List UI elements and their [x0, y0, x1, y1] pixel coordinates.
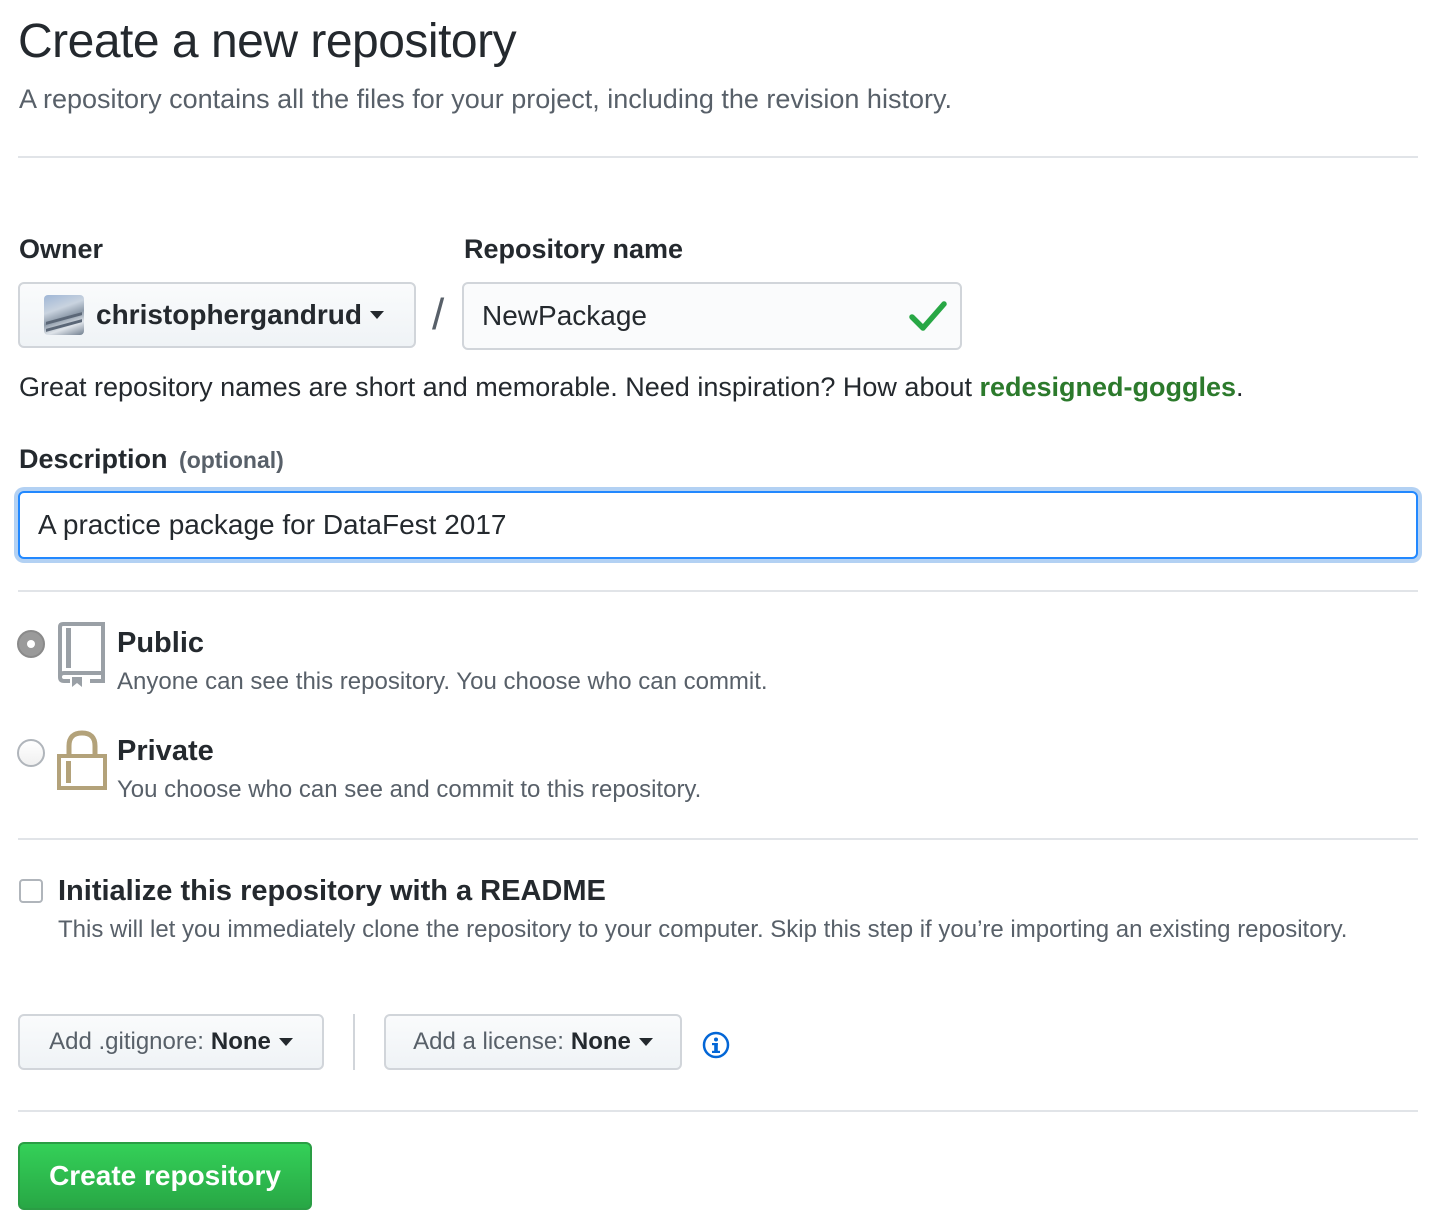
owner-select[interactable]: christophergandrud — [18, 282, 416, 348]
check-icon — [909, 301, 947, 331]
create-repository-button[interactable]: Create repository — [18, 1142, 312, 1210]
chevron-down-icon — [370, 311, 385, 319]
lock-icon — [57, 730, 107, 790]
public-option-title: Public — [117, 627, 205, 659]
gitignore-label: Add .gitignore: — [49, 1028, 204, 1055]
footer-divider — [18, 1110, 1418, 1112]
public-option-desc: Anyone can see this repository. You choo… — [117, 668, 768, 695]
select-separator — [353, 1014, 355, 1070]
description-input[interactable]: A practice package for DataFest 2017 — [18, 491, 1418, 559]
repository-name-value: NewPackage — [482, 300, 647, 331]
hint-suffix: . — [1236, 372, 1244, 402]
license-label: Add a license: — [413, 1028, 564, 1055]
description-divider — [18, 590, 1418, 592]
description-label-text: Description — [19, 444, 168, 474]
readme-option-desc: This will let you immediately clone the … — [58, 916, 1348, 943]
page-subtitle: A repository contains all the files for … — [19, 84, 952, 114]
info-icon[interactable] — [702, 1031, 730, 1059]
readme-checkbox[interactable] — [19, 879, 43, 903]
public-radio[interactable] — [17, 630, 45, 658]
chevron-down-icon — [278, 1038, 293, 1046]
repo-icon — [58, 622, 105, 687]
description-value: A practice package for DataFest 2017 — [38, 509, 507, 540]
avatar — [44, 295, 84, 335]
license-select[interactable]: Add a license: None — [384, 1014, 682, 1070]
gitignore-select[interactable]: Add .gitignore: None — [18, 1014, 324, 1070]
hint-text: Great repository names are short and mem… — [19, 372, 980, 402]
repository-name-label: Repository name — [464, 234, 684, 264]
repository-name-input[interactable]: NewPackage — [462, 282, 962, 350]
owner-repo-separator: / — [432, 290, 445, 339]
name-suggestion-link[interactable]: redesigned-goggles — [980, 372, 1237, 402]
private-option-desc: You choose who can see and commit to thi… — [117, 776, 702, 803]
gitignore-value: None — [210, 1028, 271, 1055]
license-value: None — [570, 1028, 631, 1055]
owner-label: Owner — [19, 234, 104, 264]
header-divider — [18, 156, 1418, 158]
readme-option-title: Initialize this repository with a README — [58, 875, 606, 907]
optional-label: (optional) — [179, 447, 284, 473]
description-label: Description (optional) — [19, 444, 284, 475]
page-title: Create a new repository — [18, 15, 517, 68]
private-option-title: Private — [117, 735, 214, 767]
visibility-divider — [18, 838, 1418, 840]
private-radio[interactable] — [17, 739, 45, 767]
repository-name-hint: Great repository names are short and mem… — [19, 372, 1244, 403]
owner-name: christophergandrud — [96, 299, 363, 330]
chevron-down-icon — [638, 1038, 653, 1046]
